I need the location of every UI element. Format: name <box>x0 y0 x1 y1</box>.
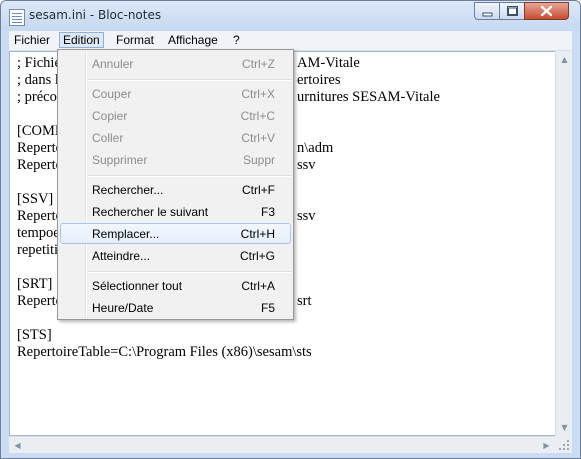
menu-help[interactable]: ? <box>230 32 243 48</box>
text-line-fragment: urnitures SESAM-Vitale <box>297 89 440 105</box>
minimize-icon <box>482 12 493 17</box>
menu-separator <box>88 175 291 177</box>
menu-item-label: Annuler <box>92 57 134 71</box>
text-line-fragment: AM-Vitale <box>297 55 360 71</box>
text-line-fragment: ssv <box>297 208 316 224</box>
menu-item-remplacer[interactable]: Remplacer... Ctrl+H <box>60 223 291 244</box>
text-line: [SRT] <box>17 276 53 292</box>
menu-item-label: Rechercher le suivant <box>92 205 209 219</box>
menu-item-shortcut: Ctrl+A <box>241 279 275 293</box>
menu-item-annuler[interactable]: Annuler Ctrl+Z <box>60 53 291 74</box>
scroll-down-icon[interactable]: ▼ <box>556 419 573 436</box>
menu-item-rechercher[interactable]: Rechercher... Ctrl+F <box>60 179 291 200</box>
menu-item-label: Supprimer <box>92 153 148 167</box>
menu-item-shortcut: Ctrl+G <box>239 249 275 263</box>
menu-item-supprimer[interactable]: Supprimer Suppr <box>60 149 291 170</box>
menu-item-couper[interactable]: Couper Ctrl+X <box>60 83 291 104</box>
text-line: repetiti <box>17 242 59 258</box>
menu-item-shortcut: Ctrl+C <box>240 109 275 123</box>
menu-affichage[interactable]: Affichage <box>165 32 221 48</box>
text-line-fragment: ertoires <box>297 72 341 88</box>
text-line: ; Fichie <box>17 55 61 71</box>
text-line-fragment: n\adm <box>297 140 334 156</box>
maximize-button[interactable] <box>499 2 525 20</box>
size-grip-dots <box>559 440 569 450</box>
title-bar[interactable]: sesam.ini - Bloc-notes <box>1 1 580 31</box>
text-line: tempoe <box>17 225 60 241</box>
maximize-icon <box>507 6 518 16</box>
text-line: [SSV] <box>17 191 54 207</box>
window-title: sesam.ini - Bloc-notes <box>29 8 162 22</box>
text-line: ; dans l <box>17 72 59 88</box>
menu-item-atteindre[interactable]: Atteindre... Ctrl+G <box>60 245 291 266</box>
menu-item-label: Remplacer... <box>92 227 160 241</box>
resize-grip-icon[interactable] <box>555 436 572 453</box>
menu-format[interactable]: Format <box>113 32 157 48</box>
vertical-scrollbar[interactable]: ▲ ▼ <box>555 51 572 436</box>
text-line-fragment: srt <box>297 293 312 309</box>
menu-item-shortcut: Ctrl+V <box>241 131 275 145</box>
menu-item-heure-date[interactable]: Heure/Date F5 <box>60 297 291 318</box>
menu-fichier[interactable]: Fichier <box>11 32 53 48</box>
menu-separator <box>88 79 291 81</box>
menu-item-shortcut: Ctrl+X <box>241 87 275 101</box>
menu-item-label: Heure/Date <box>92 301 154 315</box>
close-button[interactable] <box>524 2 569 20</box>
text-line: ; précor <box>17 89 62 105</box>
text-line: [STS] <box>17 327 52 343</box>
text-line: RepertoireTable=C:\Program Files (x86)\s… <box>17 344 312 360</box>
menu-bar: Fichier Edition Format Affichage ? <box>9 31 572 51</box>
scroll-up-icon[interactable]: ▲ <box>556 51 573 68</box>
menu-item-shortcut: Ctrl+Z <box>242 57 275 71</box>
text-line-fragment: ssv <box>297 157 316 173</box>
menu-item-shortcut: Suppr <box>242 153 275 167</box>
menu-item-shortcut: F3 <box>260 205 275 219</box>
menu-item-shortcut: Ctrl+H <box>240 227 275 241</box>
menu-item-label: Atteindre... <box>92 249 151 263</box>
menu-item-label: Sélectionner tout <box>92 279 183 293</box>
menu-item-label: Rechercher... <box>92 183 164 197</box>
menu-separator <box>88 271 291 273</box>
horizontal-scrollbar[interactable]: ◀ ▶ <box>9 436 555 453</box>
menu-item-label: Copier <box>92 109 128 123</box>
menu-item-selectionner-tout[interactable]: Sélectionner tout Ctrl+A <box>60 275 291 296</box>
menu-item-shortcut: Ctrl+F <box>242 183 275 197</box>
minimize-button[interactable] <box>474 2 500 20</box>
notepad-icon[interactable] <box>9 9 25 26</box>
menu-item-shortcut: F5 <box>260 301 275 315</box>
menu-item-rechercher-suivant[interactable]: Rechercher le suivant F3 <box>60 201 291 222</box>
menu-item-label: Coller <box>92 131 124 145</box>
menu-item-coller[interactable]: Coller Ctrl+V <box>60 127 291 148</box>
menu-edition[interactable]: Edition <box>59 32 104 48</box>
menu-item-copier[interactable]: Copier Ctrl+C <box>60 105 291 126</box>
edition-dropdown-menu: Annuler Ctrl+Z Couper Ctrl+X Copier Ctrl… <box>57 49 294 320</box>
scroll-left-icon[interactable]: ◀ <box>9 437 26 454</box>
close-icon <box>540 5 553 17</box>
scroll-right-icon[interactable]: ▶ <box>538 437 555 454</box>
menu-item-label: Couper <box>92 87 132 101</box>
